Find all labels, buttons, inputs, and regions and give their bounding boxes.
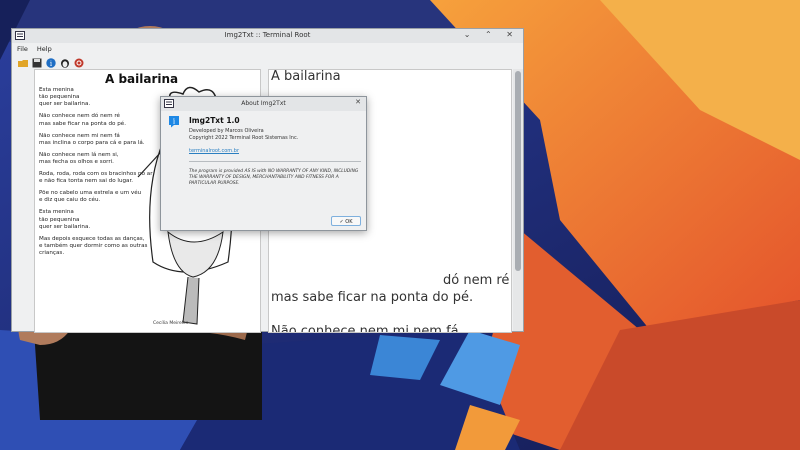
ocr-line: Não conhece nem mi nem fá <box>271 324 459 333</box>
dialog-titlebar[interactable]: About Img2Txt ✕ <box>161 97 366 111</box>
stanza: Mas depois esquece todas as danças, e tam… <box>39 235 148 257</box>
info-icon: i <box>169 116 179 128</box>
main-titlebar[interactable]: Img2Txt :: Terminal Root ⌄ ⌃ ✕ <box>12 29 523 43</box>
open-file-icon[interactable] <box>18 58 28 68</box>
separator <box>189 161 361 162</box>
ok-button[interactable]: ✓ OK <box>331 216 361 226</box>
warranty-text: The program is provided AS IS with NO WA… <box>189 169 359 186</box>
poem-text: Esta menina tão pequenina quer ser bailari… <box>39 87 169 262</box>
scrollbar-thumb[interactable] <box>515 71 521 271</box>
app-name-version: Img2Txt 1.0 <box>189 116 240 125</box>
ocr-line: A bailarina <box>271 69 341 84</box>
tux-icon[interactable] <box>60 58 70 68</box>
stanza: Põe no cabelo uma estrela e um véu e diz … <box>39 190 142 204</box>
ocr-line <box>271 255 511 272</box>
ocr-line: mas sabe ficar na ponta do pé. <box>271 290 474 305</box>
developer-text: Developed by Marcos Oliveira <box>189 128 264 134</box>
stanza: Esta menina tão pequenina quer ser bailari… <box>39 209 91 230</box>
stanza: Não conhece nem mi nem fá mas inclina o c… <box>39 132 145 146</box>
ocr-line <box>271 238 511 255</box>
stanza: Não conhece nem dó nem ré mas sabe ficar … <box>39 113 126 127</box>
stanza: Não conhece nem lá nem si, mas fecha os o… <box>39 151 119 166</box>
website-link[interactable]: terminalroot.com.br <box>189 148 239 154</box>
stanza: Esta menina tão pequenina quer ser bailari… <box>39 87 91 108</box>
copyright-text: Copyright 2022 Terminal Root Sistemas In… <box>189 135 299 141</box>
info-icon[interactable]: i <box>46 58 56 68</box>
ocr-line: dó nem ré <box>443 273 510 288</box>
dialog-title: About Img2Txt <box>241 100 286 107</box>
window-controls[interactable]: ⌄ ⌃ ✕ <box>464 30 519 39</box>
menu-bar: File Help <box>12 43 523 54</box>
main-window-title: Img2Txt :: Terminal Root <box>224 31 311 39</box>
quit-icon[interactable] <box>74 58 84 68</box>
poem-credit: Cecília Meireles <box>153 321 189 326</box>
stanza: Roda, roda, roda com os bracinhos no ar e… <box>39 171 153 185</box>
save-icon[interactable] <box>32 58 42 68</box>
about-dialog: About Img2Txt ✕ i Img2Txt 1.0 Developed … <box>160 96 367 231</box>
ocr-line <box>271 306 511 323</box>
menu-file[interactable]: File <box>17 45 28 53</box>
dialog-close-button[interactable]: ✕ <box>355 98 361 106</box>
menu-help[interactable]: Help <box>37 45 52 53</box>
text-scrollbar[interactable] <box>513 69 523 331</box>
